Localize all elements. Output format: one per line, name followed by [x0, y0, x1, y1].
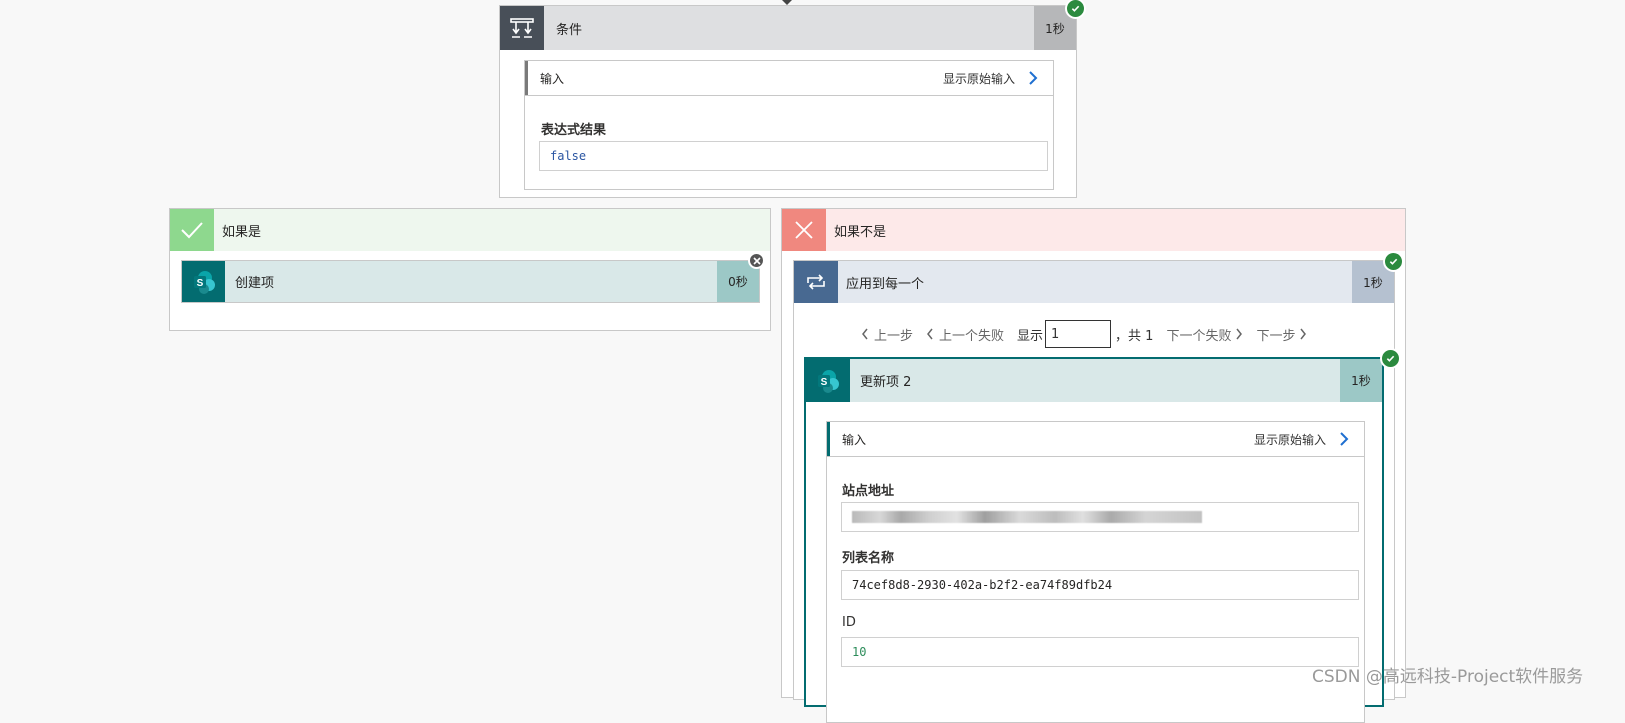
condition-title: 条件: [556, 22, 583, 38]
next-button[interactable]: 下一步: [1256, 325, 1295, 344]
success-check-icon: [1383, 251, 1404, 272]
sharepoint-icon: S: [182, 261, 225, 302]
create-item-action[interactable]: S 创建项 0秒: [181, 260, 760, 303]
condition-card[interactable]: 条件 1秒 输入 显示原始输入 表达式结果 false: [499, 0, 1086, 198]
prev-button[interactable]: 上一步: [874, 325, 913, 344]
redacted-blur: [852, 511, 1202, 523]
update-item-title: 更新项 2: [860, 375, 912, 390]
chevron-left-icon[interactable]: [926, 328, 934, 340]
show-raw-inputs-link[interactable]: 显示原始输入: [1254, 431, 1326, 448]
update-item-inputs-panel: 输入 显示原始输入 站点地址 列表名称 74cef8d8-2930-402a-b…: [826, 421, 1365, 723]
prev-failed-button[interactable]: 上一个失败: [939, 325, 1004, 344]
list-name-value: 74cef8d8-2930-402a-b2f2-ea74f89dfb24: [841, 570, 1359, 600]
watermark: CSDN @高远科技-Project软件服务: [1312, 667, 1584, 687]
inputs-header[interactable]: 输入 显示原始输入: [525, 61, 1053, 96]
apply-to-each-card[interactable]: 应用到每一个 1秒 上一步 上一个失败 显示 1 ，共 1 下一个失败 下一步 …: [793, 260, 1401, 723]
if-yes-title: 如果是: [222, 224, 262, 240]
update-item-duration: 1秒: [1340, 359, 1382, 402]
show-label: 显示: [1017, 328, 1044, 344]
chevron-right-icon[interactable]: [1332, 432, 1356, 446]
apply-to-each-title: 应用到每一个: [846, 276, 925, 292]
if-no-title: 如果不是: [834, 224, 887, 240]
create-item-title: 创建项: [235, 276, 275, 291]
list-name-label: 列表名称: [842, 551, 895, 566]
svg-text:S: S: [196, 278, 203, 289]
id-label: ID: [842, 615, 856, 630]
condition-header[interactable]: 条件 1秒: [500, 6, 1076, 50]
sharepoint-icon: S: [806, 359, 850, 402]
if-yes-header[interactable]: 如果是: [170, 209, 770, 251]
inputs-label: 输入: [842, 432, 867, 447]
chevron-right-icon[interactable]: [1021, 71, 1045, 85]
expression-result-label: 表达式结果: [541, 123, 607, 138]
update-item-header[interactable]: S 更新项 2 1秒: [806, 359, 1382, 402]
skipped-icon: [748, 252, 765, 269]
loop-icon: [794, 261, 838, 303]
condition-inputs-panel: 输入 显示原始输入 表达式结果 false: [524, 60, 1054, 190]
checkmark-icon: [170, 209, 214, 251]
close-x-icon: [782, 209, 826, 251]
if-yes-branch: 如果是 S 创建项 0秒: [169, 208, 771, 331]
condition-icon: [500, 6, 544, 50]
iteration-pager: 上一步 上一个失败 显示 1 ，共 1 下一个失败 下一步: [861, 319, 1307, 349]
chevron-right-icon[interactable]: [1299, 328, 1307, 340]
success-check-icon: [1380, 348, 1401, 369]
total-count: ，共 1: [1115, 328, 1154, 344]
show-raw-inputs-link[interactable]: 显示原始输入: [943, 70, 1015, 87]
apply-to-each-header[interactable]: 应用到每一个 1秒: [794, 261, 1394, 303]
expression-result-value: false: [539, 141, 1048, 171]
inputs-header[interactable]: 输入 显示原始输入: [827, 422, 1364, 457]
site-address-label: 站点地址: [842, 484, 895, 499]
if-no-branch: 如果不是 应用到每一个 1秒 上一步 上一个失败 显示 1 ，共 1 下一个失败…: [781, 208, 1406, 723]
iteration-input[interactable]: 1: [1045, 320, 1112, 348]
inputs-label: 输入: [540, 71, 565, 86]
next-failed-button[interactable]: 下一个失败: [1166, 325, 1231, 344]
svg-text:S: S: [821, 377, 828, 388]
site-address-value-redacted: [841, 502, 1359, 532]
success-check-icon: [1065, 0, 1086, 19]
chevron-left-icon[interactable]: [861, 328, 869, 340]
if-no-header[interactable]: 如果不是: [782, 209, 1405, 251]
update-item-card[interactable]: S 更新项 2 1秒 输入 显示原始输入 站点地址 列表名称 74cef8d8-…: [804, 357, 1384, 723]
chevron-right-icon[interactable]: [1235, 328, 1243, 340]
id-value: 10: [841, 637, 1359, 667]
